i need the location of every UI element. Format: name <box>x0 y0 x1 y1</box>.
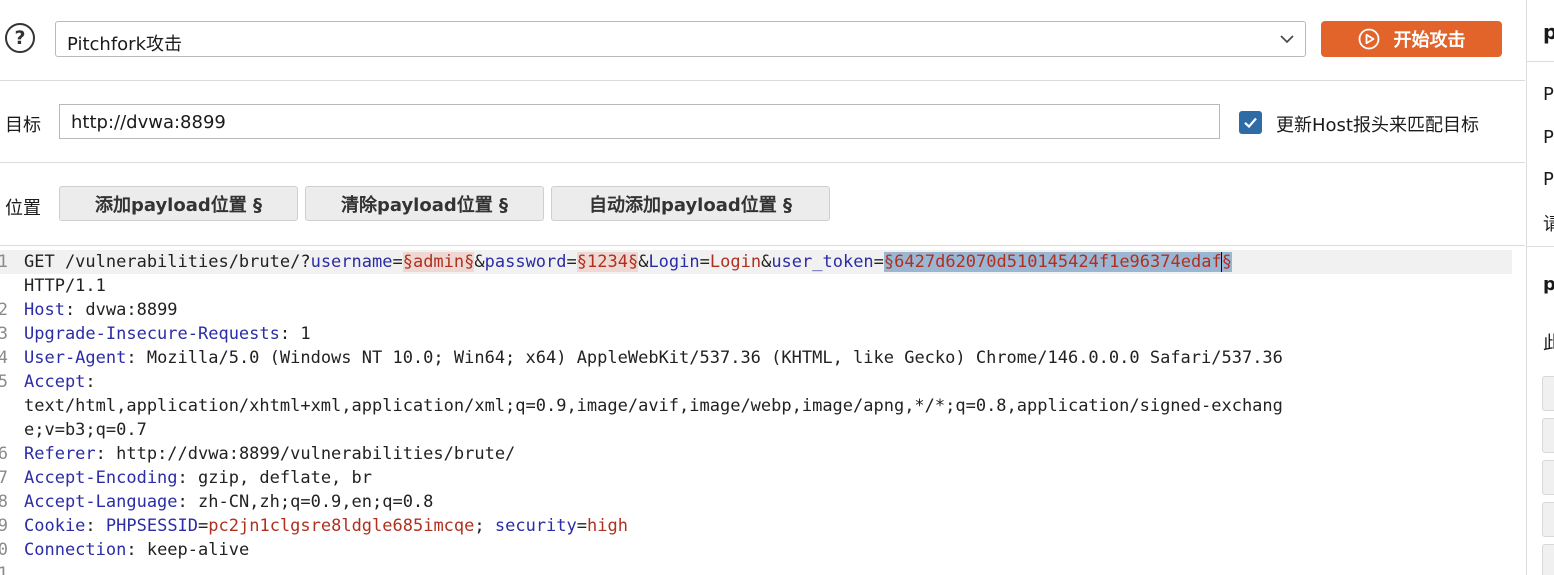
update-host-label: 更新Host报头来匹配目标 <box>1276 115 1479 136</box>
line-content: User-Agent: Mozilla/5.0 (Windows NT 10.0… <box>24 348 1283 368</box>
line-number: 4 <box>0 348 8 368</box>
line-content: Host: dvwa:8899 <box>24 300 178 320</box>
line-number: 5 <box>0 372 8 392</box>
request-line: text/html,application/xhtml+xml,applicat… <box>0 394 1512 418</box>
checkmark-icon <box>1244 117 1257 129</box>
panel-button[interactable] <box>1542 544 1554 575</box>
line-number: 7 <box>0 468 8 488</box>
payload-marker: §admin§ <box>402 252 475 272</box>
request-line: HTTP/1.1 <box>0 274 1512 298</box>
target-input[interactable]: http://dvwa:8899 <box>59 104 1220 139</box>
line-content: Upgrade-Insecure-Requests: 1 <box>24 324 311 344</box>
selected-payload: §6427d62070d510145424f1e96374edaf <box>883 252 1222 272</box>
panel-section-title: p <box>1543 274 1554 295</box>
intruder-positions-panel: ? Pitchfork攻击 开始攻击 目标 http://dvwa:8899 更… <box>0 0 1525 575</box>
request-line: 7 Accept-Encoding: gzip, deflate, br <box>0 466 1512 490</box>
line-content: Accept-Encoding: gzip, deflate, br <box>24 468 372 488</box>
attack-type-value: Pitchfork攻击 <box>67 34 182 55</box>
panel-text: 请 <box>1543 210 1554 236</box>
request-line: 10 Connection: keep-alive <box>0 538 1512 562</box>
divider <box>0 80 1525 81</box>
divider <box>1527 61 1554 62</box>
auto-add-payload-position-button[interactable]: 自动添加payload位置 § <box>551 186 830 221</box>
play-circle-icon <box>1358 28 1379 50</box>
payload-marker: §1234§ <box>576 252 639 272</box>
request-line: 5 Accept: <box>0 370 1512 394</box>
panel-button[interactable] <box>1542 460 1554 495</box>
request-line: 3 Upgrade-Insecure-Requests: 1 <box>0 322 1512 346</box>
chevron-down-icon <box>1280 35 1294 44</box>
divider <box>0 245 1525 246</box>
line-number: 6 <box>0 444 8 464</box>
add-payload-position-button[interactable]: 添加payload位置 § <box>59 186 298 221</box>
divider <box>0 162 1525 163</box>
request-line: 6 Referer: http://dvwa:8899/vulnerabilit… <box>0 442 1512 466</box>
divider <box>1527 246 1554 247</box>
line-number: 3 <box>0 324 8 344</box>
target-label: 目标 <box>5 115 41 136</box>
start-attack-button[interactable]: 开始攻击 <box>1321 21 1502 57</box>
line-number: 8 <box>0 492 8 512</box>
line-number: 2 <box>0 300 8 320</box>
request-line: 8 Accept-Language: zh-CN,zh;q=0.9,en;q=0… <box>0 490 1512 514</box>
help-icon[interactable]: ? <box>5 23 35 53</box>
line-content: Connection: keep-alive <box>24 540 250 560</box>
line-content: text/html,application/xhtml+xml,applicat… <box>24 396 1283 416</box>
positions-label: 位置 <box>5 198 41 219</box>
clear-payload-position-button[interactable]: 清除payload位置 § <box>305 186 544 221</box>
line-content: Cookie: PHPSESSID=pc2jn1clgsre8ldgle685i… <box>24 516 628 536</box>
panel-button[interactable] <box>1542 502 1554 537</box>
panel-text: P <box>1543 84 1554 105</box>
panel-text: P <box>1543 127 1554 148</box>
line-content: Referer: http://dvwa:8899/vulnerabilitie… <box>24 444 516 464</box>
line-content: Accept: <box>24 372 96 392</box>
target-value: http://dvwa:8899 <box>71 112 226 133</box>
line-content: e;v=b3;q=0.7 <box>24 420 147 440</box>
payloads-side-panel: p P P P 请 p 此 <box>1526 0 1554 575</box>
request-editor[interactable]: 1 GET /vulnerabilities/brute/?username=§… <box>0 249 1512 575</box>
panel-button[interactable] <box>1542 418 1554 453</box>
request-line: 2 Host: dvwa:8899 <box>0 298 1512 322</box>
line-content: Accept-Language: zh-CN,zh;q=0.9,en;q=0.8 <box>24 492 434 512</box>
panel-text: P <box>1543 169 1554 190</box>
line-number: 9 <box>0 516 8 536</box>
line-content: GET /vulnerabilities/brute/?username=§ad… <box>24 252 1232 272</box>
update-host-checkbox[interactable] <box>1239 111 1262 134</box>
request-line: 9 Cookie: PHPSESSID=pc2jn1clgsre8ldgle68… <box>0 514 1512 538</box>
panel-text: 此 <box>1543 329 1554 355</box>
attack-type-select[interactable]: Pitchfork攻击 <box>55 21 1306 57</box>
line-number: 11 <box>0 564 8 575</box>
panel-title: p <box>1543 20 1554 44</box>
line-number: 1 <box>0 252 8 272</box>
line-content: HTTP/1.1 <box>24 276 106 296</box>
panel-button[interactable] <box>1542 376 1554 411</box>
request-line: e;v=b3;q=0.7 <box>0 418 1512 442</box>
request-line: 1 GET /vulnerabilities/brute/?username=§… <box>0 250 1512 274</box>
line-number: 10 <box>0 540 8 560</box>
request-line: 4 User-Agent: Mozilla/5.0 (Windows NT 10… <box>0 346 1512 370</box>
request-line: 11 <box>0 562 1512 575</box>
start-attack-label: 开始攻击 <box>1393 30 1466 51</box>
